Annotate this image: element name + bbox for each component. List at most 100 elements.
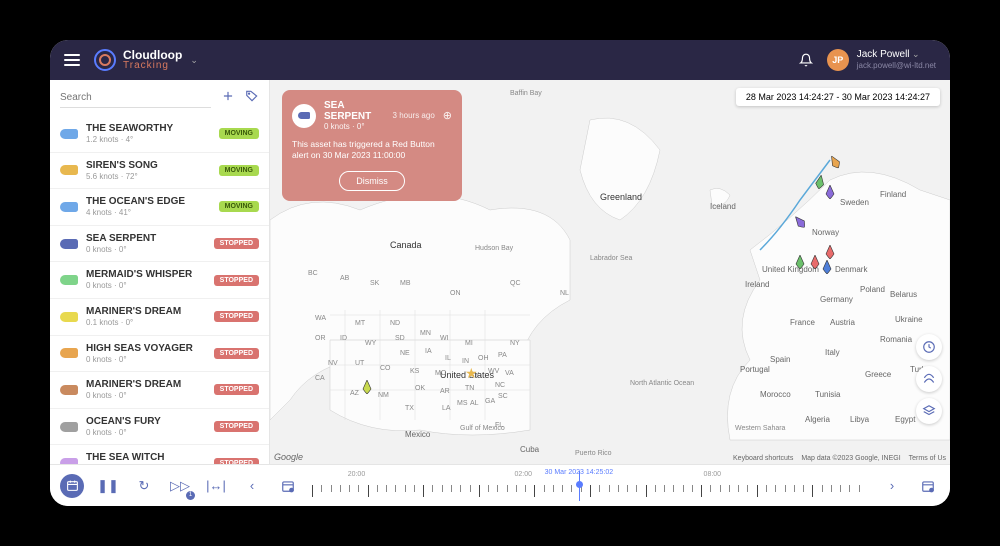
asset-name: HIGH SEAS VOYAGER: [86, 343, 206, 355]
menu-icon[interactable]: [64, 54, 80, 66]
refresh-button[interactable]: ↻: [132, 474, 156, 498]
terms-link[interactable]: Terms of Us: [909, 455, 946, 462]
calendar-start-icon[interactable]: [276, 474, 300, 498]
map-label: AR: [440, 388, 450, 395]
bell-icon[interactable]: [799, 53, 813, 67]
pause-button[interactable]: ❚❚: [96, 474, 120, 498]
map-label: Ireland: [745, 280, 769, 289]
map-label: Tunisia: [815, 390, 841, 399]
map-label: AL: [470, 400, 479, 407]
app-window: Cloudloop Tracking ⌄ JP Jack Powell jack…: [50, 40, 950, 506]
map-label: OH: [478, 355, 489, 362]
timeline: ❚❚ ↻ ▷▷ |↔| ‹ 20:0002:0008:0030 Mar 2023…: [50, 464, 950, 506]
ship-marker[interactable]: [810, 255, 820, 269]
user-menu[interactable]: Jack Powell jack.powell@wi-ltd.net: [857, 49, 936, 71]
logo[interactable]: Cloudloop Tracking: [94, 49, 182, 71]
asset-sub: 4 knots · 41°: [86, 208, 211, 218]
map-label: Spain: [770, 355, 790, 364]
map-label: France: [790, 318, 815, 327]
map-label: NC: [495, 382, 505, 389]
asset-name: THE OCEAN'S EDGE: [86, 196, 211, 208]
map-label: Portugal: [740, 365, 770, 374]
brand-bottom: Tracking: [123, 61, 182, 71]
map-label: MT: [355, 320, 365, 327]
map-label: NL: [560, 290, 569, 297]
route-icon[interactable]: [916, 366, 942, 392]
status-badge: STOPPED: [214, 348, 259, 359]
keyboard-shortcuts-link[interactable]: Keyboard shortcuts: [733, 455, 793, 462]
ship-marker[interactable]: [822, 260, 832, 274]
map-label: Poland: [860, 285, 885, 294]
map-label: Morocco: [760, 390, 791, 399]
map-label: UT: [355, 360, 364, 367]
asset-sub: 0 knots · 0°: [86, 355, 206, 365]
asset-row[interactable]: THE SEA WITCH 0 knots · 0° STOPPED: [50, 445, 269, 464]
alert-time-ago: 3 hours ago: [393, 111, 435, 120]
map-label: Ukraine: [895, 315, 923, 324]
asset-row[interactable]: OCEAN'S FURY 0 knots · 0° STOPPED: [50, 409, 269, 446]
asset-row[interactable]: MARINER'S DREAM 0 knots · 0° STOPPED: [50, 372, 269, 409]
status-badge: MOVING: [219, 128, 259, 139]
map-label: AB: [340, 275, 349, 282]
asset-row[interactable]: SEA SERPENT 0 knots · 0° STOPPED: [50, 226, 269, 263]
chevron-down-icon[interactable]: ⌄: [190, 55, 198, 66]
layers-icon[interactable]: [916, 398, 942, 424]
calendar-button[interactable]: [60, 474, 84, 498]
map-attribution: Keyboard shortcuts Map data ©2023 Google…: [733, 455, 946, 462]
map-label: Iceland: [710, 202, 736, 211]
ship-marker[interactable]: [795, 255, 805, 269]
map-label: SC: [498, 393, 508, 400]
map-label: Algeria: [805, 415, 830, 424]
calendar-end-icon[interactable]: [916, 474, 940, 498]
status-badge: STOPPED: [214, 421, 259, 432]
map-label: AZ: [350, 390, 359, 397]
map-label: CO: [380, 365, 391, 372]
date-range-chip[interactable]: 28 Mar 2023 14:24:27 - 30 Mar 2023 14:24…: [736, 88, 940, 106]
ship-icon: [60, 129, 78, 139]
next-button[interactable]: ›: [880, 474, 904, 498]
clock-icon[interactable]: [916, 334, 942, 360]
map-area[interactable]: Baffin BayGreenlandIcelandSwedenFinlandN…: [270, 80, 950, 464]
map-label: FL: [495, 422, 503, 429]
map-label: Libya: [850, 415, 869, 424]
add-icon[interactable]: [221, 89, 235, 108]
map-label: MN: [420, 330, 431, 337]
ship-marker[interactable]: [362, 380, 372, 394]
sidebar: THE SEAWORTHY 1.2 knots · 4° MOVING SIRE…: [50, 80, 270, 464]
map-label: Canada: [390, 240, 422, 250]
asset-name: MERMAID'S WHISPER: [86, 269, 206, 281]
ship-icon: [60, 165, 78, 175]
map-label: GA: [485, 398, 495, 405]
fast-forward-button[interactable]: ▷▷: [168, 474, 192, 498]
map-label: Sweden: [840, 198, 869, 207]
status-badge: STOPPED: [214, 311, 259, 322]
asset-row[interactable]: SIREN'S SONG 5.6 knots · 72° MOVING: [50, 153, 269, 190]
map-label: Germany: [820, 295, 853, 304]
asset-row[interactable]: MARINER'S DREAM 0.1 knots · 0° STOPPED: [50, 299, 269, 336]
timeline-label: 08:00: [704, 471, 722, 478]
target-icon[interactable]: ⊕: [443, 109, 452, 122]
ship-marker[interactable]: [825, 245, 835, 259]
status-badge: MOVING: [219, 165, 259, 176]
ship-marker[interactable]: [825, 185, 835, 199]
map-label: WI: [440, 335, 449, 342]
asset-row[interactable]: MERMAID'S WHISPER 0 knots · 0° STOPPED: [50, 262, 269, 299]
map-label: Hudson Bay: [475, 245, 513, 252]
map-label: Denmark: [835, 265, 867, 274]
asset-row[interactable]: THE OCEAN'S EDGE 4 knots · 41° MOVING: [50, 189, 269, 226]
ship-icon: [292, 104, 316, 128]
star-marker[interactable]: ★: [465, 365, 475, 375]
asset-row[interactable]: THE SEAWORTHY 1.2 knots · 4° MOVING: [50, 116, 269, 153]
prev-button[interactable]: ‹: [240, 474, 264, 498]
tag-icon[interactable]: [245, 89, 259, 108]
search-input[interactable]: [60, 88, 211, 108]
avatar[interactable]: JP: [827, 49, 849, 71]
timeline-track[interactable]: 20:0002:0008:0030 Mar 2023 14:25:02: [312, 471, 868, 501]
alert-asset-name: SEA SERPENT: [324, 100, 385, 122]
fit-width-button[interactable]: |↔|: [204, 474, 228, 498]
asset-name: THE SEA WITCH: [86, 452, 206, 464]
asset-list[interactable]: THE SEAWORTHY 1.2 knots · 4° MOVING SIRE…: [50, 116, 269, 464]
map-label: IL: [445, 355, 451, 362]
dismiss-button[interactable]: Dismiss: [339, 171, 405, 191]
asset-row[interactable]: HIGH SEAS VOYAGER 0 knots · 0° STOPPED: [50, 336, 269, 373]
